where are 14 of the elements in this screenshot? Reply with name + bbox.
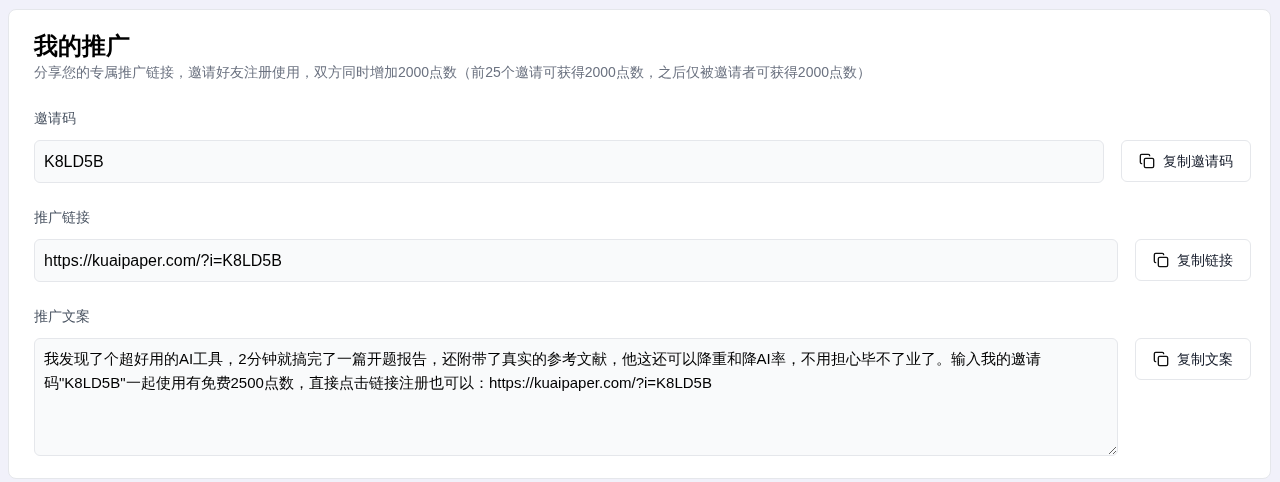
page-description: 分享您的专属推广链接，邀请好友注册使用，双方同时增加2000点数（前25个邀请可获得2000点数，之后仅被邀请者可获得2000点数） <box>34 63 871 82</box>
copy-button[interactable]: 复制链接 <box>1135 239 1251 281</box>
page-title: 我的推广 <box>34 31 130 61</box>
input-field[interactable]: https://kuaipaper.com/?i=K8LD5B <box>34 239 1118 282</box>
input-field[interactable]: K8LD5B <box>34 140 1104 183</box>
field-label: 推广链接 <box>34 208 90 227</box>
field-label: 推广文案 <box>34 307 90 326</box>
text-area[interactable]: 我发现了个超好用的AI工具，2分钟就搞完了一篇开题报告，还附带了真实的参考文献，他这还可以降重和降AI率，不用担心毕不了业了。输入我的邀请码"K8LD5B"一起使用有免费2500点数，直接点击链接注册也可以：https://kuaipaper.com/?i=K8LD5B <box>34 338 1118 456</box>
copy-icon <box>1153 351 1169 367</box>
copy-icon <box>1153 252 1169 268</box>
field-label: 邀请码 <box>34 109 76 128</box>
copy-icon <box>1139 153 1155 169</box>
copy-button[interactable]: 复制邀请码 <box>1121 140 1251 182</box>
copy-button[interactable]: 复制文案 <box>1135 338 1251 380</box>
